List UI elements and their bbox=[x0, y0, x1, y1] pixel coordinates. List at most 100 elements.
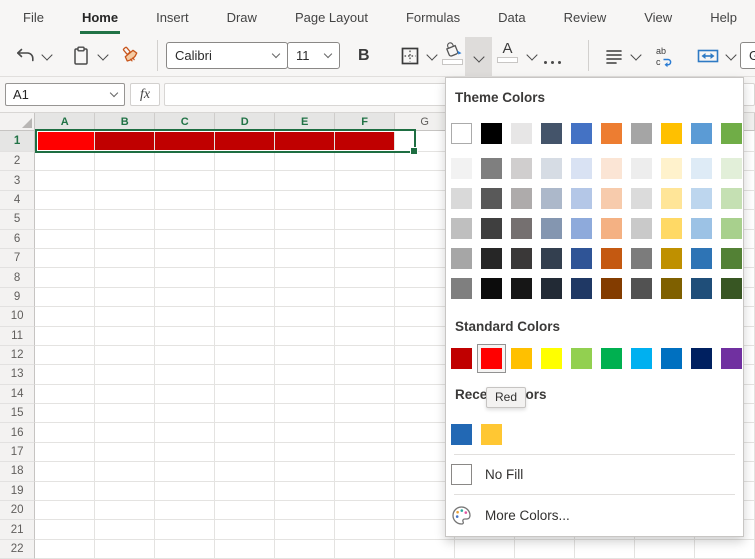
cell-A14[interactable] bbox=[35, 385, 95, 404]
borders-button[interactable] bbox=[399, 41, 436, 71]
name-box-chevron-icon[interactable] bbox=[110, 89, 118, 97]
color-swatch[interactable] bbox=[601, 348, 622, 369]
tab-formulas[interactable]: Formulas bbox=[404, 0, 462, 34]
color-swatch[interactable] bbox=[511, 348, 532, 369]
cell-C13[interactable] bbox=[155, 365, 215, 384]
color-swatch[interactable] bbox=[631, 278, 652, 299]
color-swatch[interactable] bbox=[631, 123, 652, 144]
cell-F19[interactable] bbox=[335, 482, 395, 501]
row-header-10[interactable]: 10 bbox=[0, 307, 35, 326]
cell-E2[interactable] bbox=[275, 152, 335, 171]
color-swatch[interactable] bbox=[631, 348, 652, 369]
bold-button[interactable]: B bbox=[358, 41, 370, 71]
cell-B14[interactable] bbox=[95, 385, 155, 404]
cell-A11[interactable] bbox=[35, 327, 95, 346]
color-swatch[interactable] bbox=[691, 123, 712, 144]
color-swatch[interactable] bbox=[571, 278, 592, 299]
color-swatch[interactable] bbox=[451, 188, 472, 209]
cell-C12[interactable] bbox=[155, 346, 215, 365]
cell-D4[interactable] bbox=[215, 191, 275, 210]
cell-E3[interactable] bbox=[275, 171, 335, 190]
cell-C14[interactable] bbox=[155, 385, 215, 404]
cell-C4[interactable] bbox=[155, 191, 215, 210]
cell-C17[interactable] bbox=[155, 443, 215, 462]
color-swatch[interactable] bbox=[541, 248, 562, 269]
cell-E11[interactable] bbox=[275, 327, 335, 346]
tab-review[interactable]: Review bbox=[562, 0, 609, 34]
color-swatch[interactable] bbox=[451, 158, 472, 179]
color-swatch[interactable] bbox=[721, 248, 742, 269]
cell-A2[interactable] bbox=[35, 152, 95, 171]
cell-F21[interactable] bbox=[335, 520, 395, 539]
cell-A5[interactable] bbox=[35, 210, 95, 229]
tab-insert[interactable]: Insert bbox=[154, 0, 191, 34]
color-swatch[interactable] bbox=[691, 248, 712, 269]
cell-F9[interactable] bbox=[335, 288, 395, 307]
color-swatch[interactable] bbox=[691, 158, 712, 179]
cell-A20[interactable] bbox=[35, 501, 95, 520]
cell-C7[interactable] bbox=[155, 249, 215, 268]
cell-B21[interactable] bbox=[95, 520, 155, 539]
column-header-A[interactable]: A bbox=[35, 113, 95, 131]
cell-B15[interactable] bbox=[95, 404, 155, 423]
row-header-14[interactable]: 14 bbox=[0, 385, 35, 404]
cell-K22[interactable] bbox=[635, 540, 695, 559]
cell-F12[interactable] bbox=[335, 346, 395, 365]
font-color-dropdown-button[interactable] bbox=[521, 41, 536, 71]
color-swatch[interactable] bbox=[511, 218, 532, 239]
color-swatch[interactable] bbox=[511, 158, 532, 179]
name-box[interactable]: A1 bbox=[5, 83, 125, 106]
color-swatch[interactable] bbox=[541, 188, 562, 209]
color-swatch[interactable] bbox=[481, 424, 502, 445]
tab-home[interactable]: Home bbox=[80, 0, 120, 34]
more-colors-option[interactable]: More Colors... bbox=[451, 501, 570, 529]
color-swatch[interactable] bbox=[571, 248, 592, 269]
tab-file[interactable]: File bbox=[21, 0, 46, 34]
cell-C15[interactable] bbox=[155, 404, 215, 423]
cell-E13[interactable] bbox=[275, 365, 335, 384]
row-header-3[interactable]: 3 bbox=[0, 171, 35, 190]
cell-C5[interactable] bbox=[155, 210, 215, 229]
cell-A6[interactable] bbox=[35, 230, 95, 249]
cell-F1[interactable] bbox=[335, 131, 395, 152]
cell-D10[interactable] bbox=[215, 307, 275, 326]
no-fill-option[interactable]: No Fill bbox=[451, 460, 523, 488]
cell-A4[interactable] bbox=[35, 191, 95, 210]
cell-A1[interactable] bbox=[35, 131, 95, 152]
cell-D18[interactable] bbox=[215, 462, 275, 481]
cell-B4[interactable] bbox=[95, 191, 155, 210]
cell-A18[interactable] bbox=[35, 462, 95, 481]
color-swatch[interactable] bbox=[451, 123, 472, 144]
cell-D12[interactable] bbox=[215, 346, 275, 365]
cell-F16[interactable] bbox=[335, 423, 395, 442]
cell-A9[interactable] bbox=[35, 288, 95, 307]
color-swatch[interactable] bbox=[511, 188, 532, 209]
undo-dropdown-chevron-icon[interactable] bbox=[41, 49, 52, 60]
cell-C10[interactable] bbox=[155, 307, 215, 326]
row-header-13[interactable]: 13 bbox=[0, 365, 35, 384]
cell-B6[interactable] bbox=[95, 230, 155, 249]
cell-I22[interactable] bbox=[515, 540, 575, 559]
cell-F11[interactable] bbox=[335, 327, 395, 346]
color-swatch[interactable] bbox=[541, 158, 562, 179]
cell-F8[interactable] bbox=[335, 268, 395, 287]
cell-F10[interactable] bbox=[335, 307, 395, 326]
color-swatch[interactable] bbox=[691, 188, 712, 209]
cell-E4[interactable] bbox=[275, 191, 335, 210]
color-swatch[interactable] bbox=[571, 158, 592, 179]
cell-B5[interactable] bbox=[95, 210, 155, 229]
column-header-F[interactable]: F bbox=[335, 113, 395, 131]
row-header-15[interactable]: 15 bbox=[0, 404, 35, 423]
cell-B9[interactable] bbox=[95, 288, 155, 307]
cell-C2[interactable] bbox=[155, 152, 215, 171]
cell-E12[interactable] bbox=[275, 346, 335, 365]
cell-E10[interactable] bbox=[275, 307, 335, 326]
color-swatch[interactable] bbox=[481, 218, 502, 239]
wrap-text-button[interactable]: ab c bbox=[652, 41, 676, 71]
row-header-21[interactable]: 21 bbox=[0, 520, 35, 539]
cell-D1[interactable] bbox=[215, 131, 275, 152]
color-swatch[interactable] bbox=[631, 248, 652, 269]
row-header-18[interactable]: 18 bbox=[0, 462, 35, 481]
color-swatch[interactable] bbox=[541, 123, 562, 144]
cell-A8[interactable] bbox=[35, 268, 95, 287]
